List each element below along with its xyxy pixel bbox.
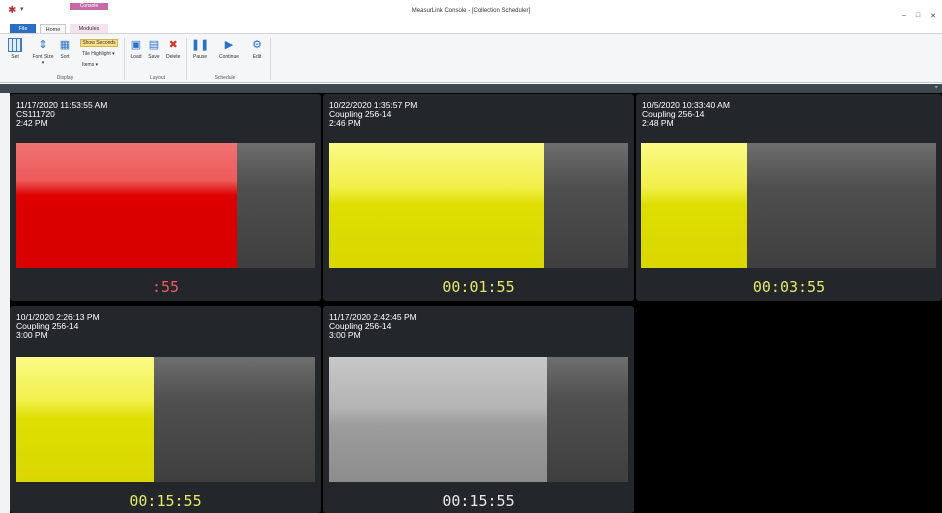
tile-progress-fill — [641, 143, 748, 268]
schedule-tile[interactable]: 10/1/2020 2:26:13 PM Coupling 256-14 3:0… — [10, 306, 321, 513]
delete-button[interactable]: ✖ Delete — [166, 38, 180, 60]
tile-due-time: 2:42 PM — [16, 118, 48, 128]
tile-countdown: :55 — [151, 278, 180, 296]
sort-button[interactable]: ▦ Sort — [58, 38, 72, 60]
tile-highlight-dropdown[interactable]: Tile Highlight ▾ — [82, 51, 115, 57]
schedule-tile[interactable]: 11/17/2020 11:53:55 AM CS111720 2:42 PM … — [10, 94, 321, 301]
grid-icon — [8, 38, 22, 52]
tile-due-time: 3:00 PM — [329, 330, 361, 340]
save-button[interactable]: ▤ Save — [147, 38, 161, 60]
tile-progress-track — [16, 143, 315, 268]
tile-countdown: 00:01:55 — [442, 278, 515, 296]
restore-button[interactable]: □ — [916, 12, 920, 20]
pin-icon[interactable]: ⌖ — [935, 85, 938, 92]
pause-icon: ❚❚ — [190, 39, 210, 51]
save-icon: ▤ — [148, 39, 160, 51]
schedule-tile[interactable]: 10/22/2020 1:35:57 PM Coupling 256-14 2:… — [323, 94, 634, 301]
tile-due-time: 2:46 PM — [329, 118, 361, 128]
sort-icon: ▦ — [59, 39, 71, 51]
content-header-strip: ⌖ — [0, 84, 942, 93]
play-icon: ▶ — [224, 39, 234, 51]
font-size-button[interactable]: ⇕ Font Size ▾ — [32, 38, 54, 66]
pause-button[interactable]: ❚❚ Pause — [190, 38, 210, 60]
tile-countdown: 00:15:55 — [129, 492, 202, 510]
edit-schedule-icon: ⚙ — [252, 39, 262, 51]
left-margin — [0, 93, 10, 513]
font-size-icon: ⇕ — [38, 39, 48, 51]
tile-due-time: 2:48 PM — [642, 118, 674, 128]
tile-countdown: 00:15:55 — [442, 492, 515, 510]
tile-progress-track — [329, 143, 628, 268]
schedule-tile[interactable]: 11/17/2020 2:42:45 PM Coupling 256-14 3:… — [323, 306, 634, 513]
close-button[interactable]: ✕ — [930, 12, 936, 20]
tile-progress-fill — [329, 357, 548, 482]
show-seconds-toggle[interactable]: Show Seconds — [80, 39, 118, 47]
tile-progress-track — [329, 357, 628, 482]
edit-button[interactable]: ⚙ Edit — [250, 38, 264, 60]
group-separator — [186, 38, 187, 80]
load-button[interactable]: ▣ Load — [129, 38, 143, 60]
load-icon: ▣ — [130, 39, 142, 51]
minimize-button[interactable]: – — [902, 12, 906, 20]
set-button[interactable]: Set — [8, 38, 22, 60]
tile-progress-track — [641, 143, 936, 268]
schedule-group-label: Schedule — [214, 75, 236, 81]
schedule-tile[interactable]: 10/5/2020 10:33:40 AM Coupling 256-14 2:… — [636, 94, 942, 301]
title-bar: ✱ ▾ Console MeasurLink Console - [Collec… — [0, 0, 942, 22]
group-separator — [124, 38, 125, 80]
group-separator — [270, 38, 271, 80]
tile-due-time: 3:00 PM — [16, 330, 48, 340]
tile-progress-fill — [16, 357, 154, 482]
tile-progress-fill — [329, 143, 545, 268]
items-dropdown[interactable]: Items ▾ — [82, 62, 98, 68]
layout-group-label: Layout — [149, 75, 165, 81]
tile-countdown: 00:03:55 — [752, 278, 826, 296]
collection-scheduler-area: ⌖ 11/17/2020 11:53:55 AM CS111720 2:42 P… — [0, 84, 942, 513]
tile-progress-fill — [16, 143, 238, 268]
window-title: MeasurLink Console - [Collection Schedul… — [411, 8, 531, 14]
delete-icon: ✖ — [168, 39, 178, 51]
window-controls: – □ ✕ — [902, 12, 936, 20]
display-group-label: Display — [56, 75, 74, 81]
tile-progress-track — [16, 357, 315, 482]
ribbon: Set ⇕ Font Size ▾ ▦ Sort Show Seconds Ti… — [0, 33, 942, 83]
continue-button[interactable]: ▶ Continue — [219, 38, 239, 60]
